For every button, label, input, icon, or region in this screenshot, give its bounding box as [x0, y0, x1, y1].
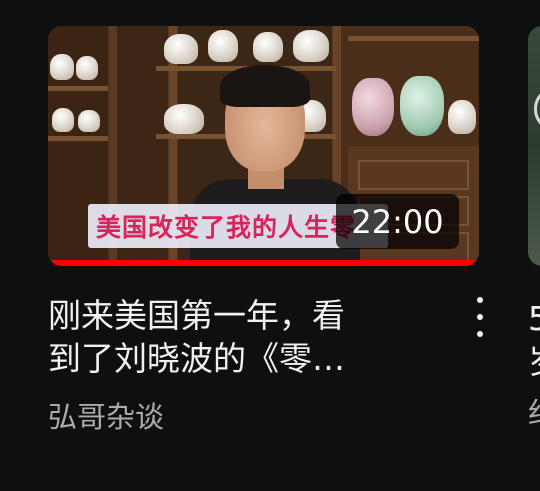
- next-video-channel[interactable]: 纪: [528, 390, 540, 432]
- vase-decor: [400, 76, 444, 136]
- teacup-decor: [50, 54, 74, 80]
- watch-progress-bar: [48, 260, 479, 266]
- video-card[interactable]: 美国改变了我的人生零 22:00 刚来美国第一年，看 到了刘晓波的《零… 弘哥杂…: [48, 26, 479, 434]
- next-video-title[interactable]: 5 岁: [528, 297, 540, 383]
- teapot-decor: [208, 30, 238, 62]
- next-video-thumbnail[interactable]: [528, 26, 540, 266]
- video-title-line: 到了刘晓波的《零…: [48, 339, 345, 378]
- shelf: [48, 86, 108, 91]
- teapot-decor: [253, 32, 283, 62]
- teacup-decor: [52, 108, 74, 132]
- video-title[interactable]: 刚来美国第一年，看 到了刘晓波的《零…: [48, 294, 433, 380]
- teacup-decor: [78, 110, 100, 132]
- video-thumbnail[interactable]: 美国改变了我的人生零 22:00: [48, 26, 479, 266]
- video-title-line: 刚来美国第一年，看: [48, 296, 345, 335]
- channel-name[interactable]: 弘哥杂谈: [48, 394, 164, 436]
- next-thumbnail-graphic: [534, 86, 540, 132]
- teapot-decor: [164, 34, 198, 64]
- shelf: [48, 136, 108, 141]
- shelf: [348, 36, 479, 41]
- duration-badge: 22:00: [336, 194, 459, 249]
- teapot-decor: [293, 30, 329, 62]
- next-video-title-line: 5: [528, 299, 540, 338]
- teacup-decor: [448, 100, 476, 134]
- more-vertical-icon[interactable]: [470, 297, 490, 337]
- teacup-decor: [76, 56, 98, 80]
- next-video-title-line: 岁: [528, 340, 540, 383]
